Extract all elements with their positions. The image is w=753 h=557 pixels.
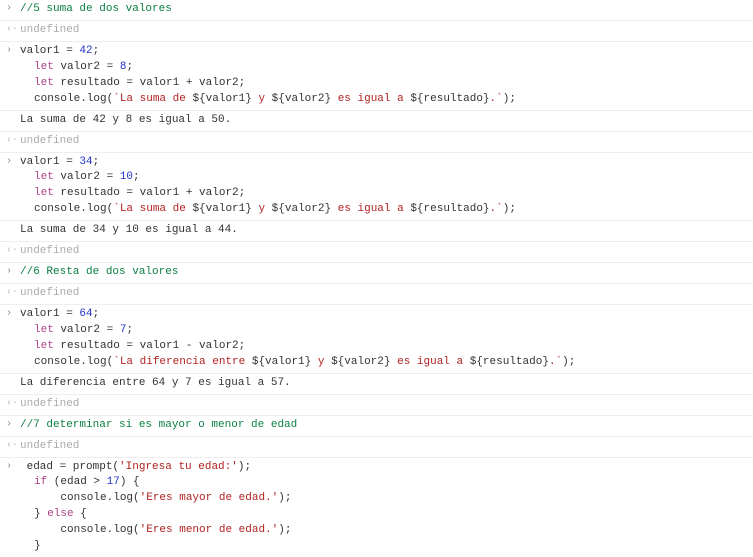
code-block: valor1 = 64;let valor2 = 7;let resultado… — [20, 307, 749, 371]
output-arrow-icon: ‹· — [6, 397, 18, 412]
input-arrow-icon: › — [6, 155, 12, 170]
output-arrow-icon: ‹· — [6, 134, 18, 149]
log-output: La diferencia entre 64 y 7 es igual a 57… — [20, 377, 291, 389]
console-row: › valor1 = 34;let valor2 = 10;let resulta… — [0, 152, 753, 221]
console-output: ›//5 suma de dos valores‹·undefined›valo… — [0, 0, 753, 557]
output-arrow-icon: ‹· — [6, 23, 18, 38]
console-row: › //7 determinar si es mayor o menor de e… — [0, 415, 753, 436]
input-arrow-icon: › — [6, 265, 12, 280]
console-row: ‹·undefined — [0, 283, 753, 304]
console-row: La suma de 34 y 10 es igual a 44. — [0, 220, 753, 241]
spacer — [6, 376, 12, 391]
input-arrow-icon: › — [6, 307, 12, 322]
console-row: › edad = prompt('Ingresa tu edad:');if (… — [0, 457, 753, 557]
console-row: › valor1 = 64;let valor2 = 7;let resultad… — [0, 304, 753, 373]
console-row: La suma de 42 y 8 es igual a 50. — [0, 110, 753, 131]
output-arrow-icon: ‹· — [6, 244, 18, 259]
code-block: valor1 = 34;let valor2 = 10;let resultad… — [20, 155, 749, 219]
console-row: ‹·undefined — [0, 131, 753, 152]
console-row: ‹·undefined — [0, 436, 753, 457]
console-row: › valor1 = 42;let valor2 = 8;let resultad… — [0, 41, 753, 110]
input-arrow-icon: › — [6, 44, 12, 59]
console-row: › //6 Resta de dos valores — [0, 262, 753, 283]
output-arrow-icon: ‹· — [6, 286, 18, 301]
code-comment: //5 suma de dos valores — [20, 3, 172, 15]
console-row: ‹·undefined — [0, 241, 753, 262]
console-row: ‹·undefined — [0, 394, 753, 415]
code-comment: //6 Resta de dos valores — [20, 266, 178, 278]
code-comment: //7 determinar si es mayor o menor de ed… — [20, 419, 297, 431]
input-arrow-icon: › — [6, 2, 12, 17]
console-row: La diferencia entre 64 y 7 es igual a 57… — [0, 373, 753, 394]
spacer — [6, 223, 12, 238]
console-row: ‹·undefined — [0, 20, 753, 41]
input-arrow-icon: › — [6, 460, 12, 475]
input-arrow-icon: › — [6, 418, 12, 433]
code-block: edad = prompt('Ingresa tu edad:');if (ed… — [20, 460, 749, 556]
spacer — [6, 113, 12, 128]
return-value: undefined — [20, 245, 79, 257]
code-block: valor1 = 42;let valor2 = 8;let resultado… — [20, 44, 749, 108]
log-output: La suma de 42 y 8 es igual a 50. — [20, 114, 231, 126]
return-value: undefined — [20, 24, 79, 36]
return-value: undefined — [20, 287, 79, 299]
output-arrow-icon: ‹· — [6, 439, 18, 454]
console-row: › //5 suma de dos valores — [0, 0, 753, 20]
log-output: La suma de 34 y 10 es igual a 44. — [20, 224, 238, 236]
return-value: undefined — [20, 440, 79, 452]
return-value: undefined — [20, 135, 79, 147]
return-value: undefined — [20, 398, 79, 410]
